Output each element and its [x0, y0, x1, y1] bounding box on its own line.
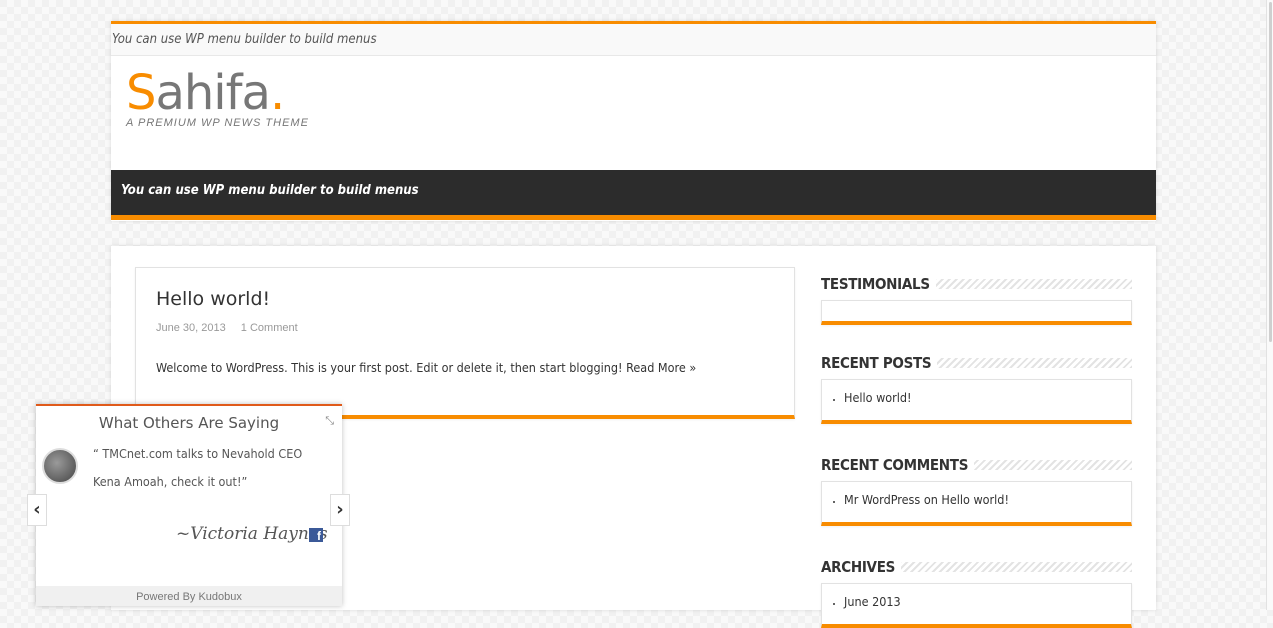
widget-title-text: Testimonials	[821, 275, 936, 293]
widget-archives: Archives June 2013	[821, 557, 1132, 628]
top-menu-notice: You can use WP menu builder to build men…	[112, 32, 377, 47]
widget-title-text: Archives	[821, 558, 902, 576]
site-header: You can use WP menu builder to build men…	[111, 21, 1156, 221]
widget-box: Mr WordPress on Hello world!	[821, 481, 1132, 526]
next-arrow-icon[interactable]: ›	[330, 494, 350, 526]
post-card: Hello world! June 30, 2013 1 Comment Wel…	[135, 267, 795, 419]
top-menu: You can use WP menu builder to build men…	[111, 24, 1156, 56]
logo-first-letter: S	[126, 65, 156, 121]
post-comments-link[interactable]: 1 Comment	[241, 322, 298, 334]
recent-post-link[interactable]: Hello world!	[844, 388, 1121, 408]
logo-rest: ahifa	[155, 65, 270, 121]
main-menu: You can use WP menu builder to build men…	[111, 170, 1156, 220]
widget-title: Recent Comments	[821, 455, 1132, 477]
site-tagline: A PREMIUM WP NEWS THEME	[126, 117, 309, 129]
widget-title: Recent Posts	[821, 353, 1132, 375]
widget-recent-comments: Recent Comments Mr WordPress on Hello wo…	[821, 455, 1132, 526]
collapse-icon[interactable]: ⤡	[325, 414, 334, 428]
quote-line-1: “ TMCnet.com talks to Nevahold CEO	[93, 446, 303, 461]
post-date: June 30, 2013	[156, 322, 226, 334]
widget-box: June 2013	[821, 583, 1132, 628]
scrollbar-thumb[interactable]	[1269, 2, 1272, 342]
page-scrollbar[interactable]	[1266, 0, 1273, 610]
post-title[interactable]: Hello world!	[156, 288, 270, 310]
facebook-icon[interactable]: f	[309, 528, 323, 543]
powered-by-link[interactable]: Powered By Kudobux	[36, 586, 342, 606]
testimonial-widget-title: What Others Are Saying	[98, 414, 280, 432]
testimonial-quote: “ TMCnet.com talks to Nevahold CEO Kena …	[93, 440, 328, 496]
prev-arrow-icon[interactable]: ‹	[27, 494, 47, 526]
testimonial-author: ~Victoria Haynes	[176, 524, 328, 544]
widget-title-text: Recent Posts	[821, 354, 938, 372]
logo-dot: .	[269, 65, 285, 121]
recent-comment-link[interactable]: Mr WordPress on Hello world!	[844, 490, 1121, 510]
widget-box: Hello world!	[821, 379, 1132, 424]
post-meta: June 30, 2013 1 Comment	[156, 322, 310, 334]
widget-testimonials: Testimonials	[821, 274, 1132, 325]
post-excerpt: Welcome to WordPress. This is your first…	[156, 360, 697, 375]
widget-recent-posts: Recent Posts Hello world!	[821, 353, 1132, 424]
widget-box	[821, 300, 1132, 325]
widget-title: Testimonials	[821, 274, 1132, 296]
widget-title-text: Recent Comments	[821, 456, 975, 474]
avatar	[42, 448, 78, 484]
archive-link[interactable]: June 2013	[844, 592, 1121, 612]
testimonial-widget: What Others Are Saying ⤡ “ TMCnet.com ta…	[36, 404, 342, 606]
widget-title: Archives	[821, 557, 1132, 579]
site-logo[interactable]: Sahifa. A PREMIUM WP NEWS THEME	[126, 67, 309, 129]
main-menu-notice: You can use WP menu builder to build men…	[121, 183, 419, 198]
quote-line-2: Kena Amoah, check it out!”	[93, 474, 248, 489]
logo-text[interactable]: Sahifa.	[126, 67, 309, 119]
